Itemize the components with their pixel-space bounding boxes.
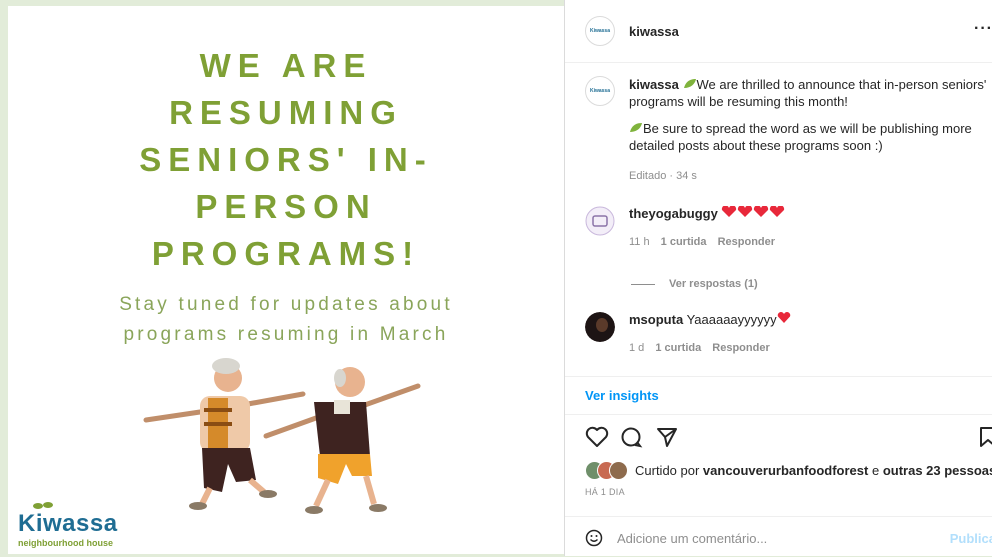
senior-man-illustration <box>263 367 421 514</box>
comment: msoputa Yaaaaaayyyyyy 1 d 1 curtida Resp… <box>585 312 992 358</box>
liked-by-text: Curtido por vancouverurbanfoodforest e o… <box>635 463 992 478</box>
kiwassa-logo: Kiwassa neighbourhood house <box>18 498 146 550</box>
avatar-label: Kiwassa <box>589 88 610 94</box>
commenter-avatar[interactable] <box>585 312 615 342</box>
liked-mid: e <box>868 463 883 478</box>
view-replies-label: Ver respostas (1) <box>669 278 758 290</box>
divider <box>565 376 992 377</box>
headline: WE ARE RESUMING SENIORS' IN- PERSON PROG… <box>8 42 564 277</box>
headline-line: PROGRAMS! <box>151 235 421 272</box>
replies-line <box>631 283 655 285</box>
header-username[interactable]: kiwassa <box>629 24 679 39</box>
post-modal: WE ARE RESUMING SENIORS' IN- PERSON PROG… <box>8 0 992 556</box>
divider <box>565 414 992 415</box>
post-image: WE ARE RESUMING SENIORS' IN- PERSON PROG… <box>8 6 564 554</box>
comment-body: Yaaaaaayyyyyy <box>686 312 777 327</box>
comment-time: 1 d <box>629 342 645 354</box>
bookmark-icon[interactable] <box>979 426 992 448</box>
liked-others[interactable]: outras 23 pessoas <box>883 463 992 478</box>
caption-text: kiwassa We are thrilled to announce that… <box>629 76 992 185</box>
publish-button[interactable]: Publicar <box>950 531 992 546</box>
comment-likes[interactable]: 1 curtida <box>655 342 701 354</box>
headline-line: RESUMING <box>169 94 403 131</box>
caption-line-2: Be sure to spread the word as we will be… <box>629 121 972 153</box>
comment-time: 11 h <box>629 236 650 248</box>
post-header: Kiwassa kiwassa ··· <box>565 0 992 63</box>
add-comment-bar: Adicione um comentário... Publicar <box>565 516 992 557</box>
comment-meta: 1 d 1 curtida Responder <box>629 342 778 354</box>
account-avatar[interactable]: Kiwassa <box>585 16 615 46</box>
comment-icon[interactable] <box>619 426 643 448</box>
caption-username[interactable]: kiwassa <box>629 77 679 92</box>
comment-input[interactable]: Adicione um comentário... <box>617 531 767 546</box>
post-side-panel: Kiwassa kiwassa ··· Kiwassa kiwassa We a… <box>564 0 992 556</box>
view-replies-button[interactable]: Ver respostas (1) <box>631 278 758 290</box>
heart-emoji <box>777 312 790 323</box>
leaf-icon <box>630 123 642 132</box>
comment-likes[interactable]: 1 curtida <box>661 236 707 248</box>
share-icon[interactable] <box>655 426 679 448</box>
view-insights-link[interactable]: Ver insights <box>585 388 659 403</box>
headline-line: WE ARE <box>199 47 373 84</box>
liked-prefix: Curtido por <box>635 463 703 478</box>
action-bar <box>585 426 992 452</box>
reply-button[interactable]: Responder <box>718 236 775 248</box>
headline-line: SENIORS' IN- <box>139 141 433 178</box>
comment: theyogabuggy 11 h 1 curtida Responder ♥ <box>585 205 992 252</box>
caption-avatar[interactable]: Kiwassa <box>585 76 615 106</box>
comment-text: theyogabuggy <box>629 205 787 221</box>
headline-line: PERSON <box>195 188 377 225</box>
post-time: HÁ 1 DIA <box>585 487 625 497</box>
heart-icon[interactable] <box>585 426 609 448</box>
comment-meta: 11 h 1 curtida Responder <box>629 236 783 248</box>
liker-avatar <box>609 461 628 480</box>
emoji-icon[interactable] <box>585 529 603 547</box>
comment-username[interactable]: msoputa <box>629 312 683 327</box>
commenter-avatar[interactable] <box>585 206 615 236</box>
hearts-emoji <box>722 205 785 217</box>
logo-wordmark: Kiwassa <box>18 510 118 537</box>
more-options-icon[interactable]: ··· <box>974 20 992 38</box>
leaf-icon <box>683 79 696 88</box>
avatar-label: Kiwassa <box>589 28 610 34</box>
subline-line: programs resuming in March <box>123 324 449 345</box>
caption-edited-time: Editado · 34 s <box>629 170 697 182</box>
reply-button[interactable]: Responder <box>712 342 769 354</box>
comment-text: msoputa Yaaaaaayyyyyy <box>629 312 791 327</box>
comment-username[interactable]: theyogabuggy <box>629 206 718 221</box>
liked-user[interactable]: vancouverurbanfoodforest <box>703 463 868 478</box>
liker-avatars[interactable] <box>585 461 631 480</box>
logo-tagline: neighbourhood house <box>18 538 113 548</box>
subline-line: Stay tuned for updates about <box>119 294 453 315</box>
subline: Stay tuned for updates about programs re… <box>8 290 564 350</box>
liked-by: Curtido por vancouverurbanfoodforest e o… <box>585 461 992 481</box>
